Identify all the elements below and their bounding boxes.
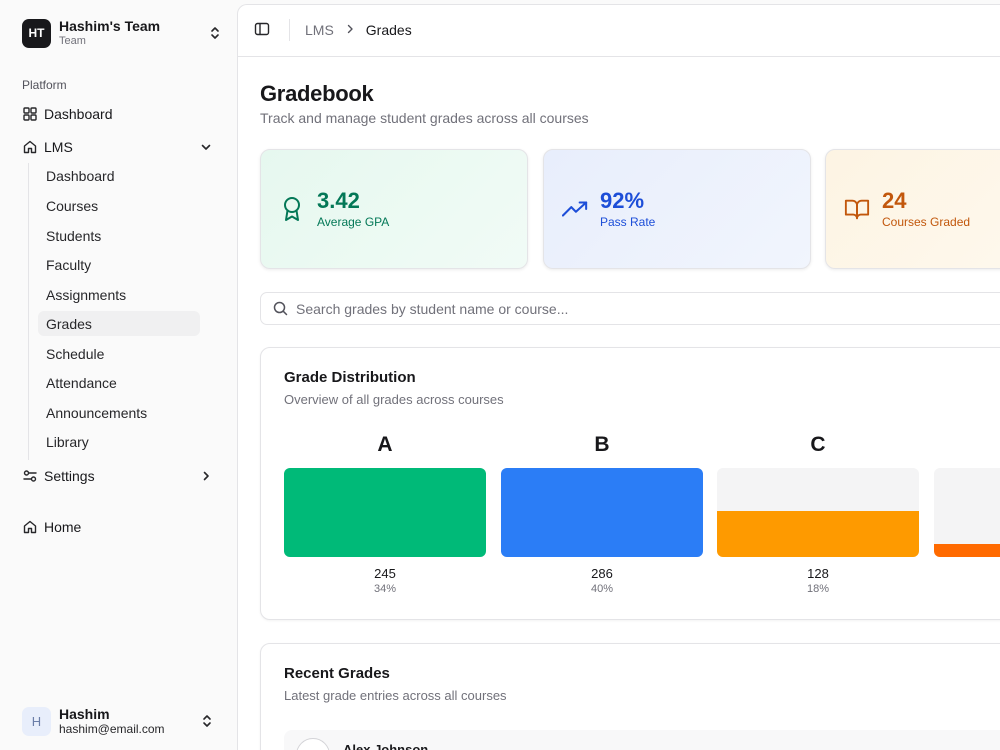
grade-distribution-card: Grade Distribution Overview of all grade… [260,347,1000,620]
grade-column-b: B 286 40% [501,430,703,596]
subnav-item-library[interactable]: Library [38,429,200,454]
subnav-item-faculty[interactable]: Faculty [38,252,200,277]
trending-up-icon [562,196,588,222]
team-name: Hashim's Team [59,18,161,34]
subnav-item-assignments[interactable]: Assignments [38,282,200,307]
grade-column-a: A 245 34% [284,430,486,596]
page-title: Gradebook [260,81,374,106]
stat-card-pass-rate: 92% Pass Rate [543,149,811,269]
user-menu[interactable]: H Hashim hashim@email.com [22,705,214,737]
sidebar-item-settings[interactable]: Settings [22,462,214,490]
page-subtitle: Track and manage student grades across a… [260,110,589,126]
grade-bar-track [717,468,919,557]
avatar [296,738,330,750]
grade-column-d [934,430,1000,566]
subnav-item-grades[interactable]: Grades [38,311,200,336]
chevron-down-icon [198,139,214,155]
stat-label: Courses Graded [882,214,971,229]
card-subtitle: Latest grade entries across all courses [284,688,507,703]
card-title: Recent Grades [284,665,390,682]
subnav-item-courses[interactable]: Courses [38,193,200,218]
sidebar-item-label: LMS [44,139,73,155]
grade-count: 286 [591,566,613,581]
search-icon [273,301,288,316]
grade-column-c: C 128 18% [717,430,919,596]
stat-card-courses-graded: 24 Courses Graded [825,149,1000,269]
search-input[interactable] [296,300,896,317]
stat-value: 3.42 [317,187,360,213]
sidebar-item-label: Settings [44,468,95,484]
grade-bar-track [934,468,1000,557]
sidebar-item-home[interactable]: Home [22,513,214,541]
main-panel: LMS Grades Gradebook Track and manage st… [237,4,1000,750]
grade-letter [934,430,1000,460]
sliders-icon [22,468,38,484]
breadcrumb-link-lms[interactable]: LMS [305,22,334,38]
grade-letter: C [810,433,826,456]
award-icon [279,196,305,222]
stat-card-average-gpa: 3.42 Average GPA [260,149,528,269]
grid-icon [22,106,38,122]
breadcrumb-current: Grades [365,22,412,38]
student-name: Alex Johnson [343,742,429,750]
chevrons-up-down-icon [208,25,222,41]
card-subtitle: Overview of all grades across courses [284,392,504,407]
sidebar-item-label: Dashboard [44,106,113,122]
grade-percent: 18% [806,583,830,595]
book-open-icon [844,196,870,222]
sidebar-toggle-icon[interactable] [254,21,272,39]
avatar: H [22,706,51,736]
subnav-item-schedule[interactable]: Schedule [38,341,200,366]
user-name: Hashim [59,706,110,722]
grade-bar [284,468,486,557]
sidebar: HT Hashim's Team Team Platform Dashboard… [0,0,236,750]
chevrons-up-down-icon [200,713,214,729]
divider [289,19,290,41]
recent-grades-card: Recent Grades Latest grade entries acros… [260,643,1000,750]
card-title: Grade Distribution [284,369,416,386]
stat-label: Pass Rate [600,214,656,229]
subnav-item-announcements[interactable]: Announcements [38,400,200,425]
team-switcher[interactable]: HT Hashim's Team Team [22,18,222,48]
grade-letter: B [594,433,610,456]
user-email: hashim@email.com [59,722,165,736]
grade-count: 245 [374,566,396,581]
top-bar: LMS Grades [238,5,1000,57]
grade-bar-track [284,468,486,557]
grade-count: 128 [807,566,829,581]
house-icon [22,139,38,155]
lms-subnav: Dashboard Courses Students Faculty Assig… [28,163,208,460]
grade-bar [717,510,919,557]
sidebar-item-label: Home [44,519,82,535]
subnav-item-students[interactable]: Students [38,223,200,248]
sidebar-item-dashboard[interactable]: Dashboard [22,100,214,128]
house-icon [22,519,38,535]
grade-percent: 34% [373,583,397,595]
sidebar-item-lms[interactable]: LMS [22,133,214,161]
grade-bar [934,543,1000,557]
grade-letter: A [377,433,393,456]
table-row[interactable]: Alex Johnson [284,730,1000,750]
grade-bar [501,468,703,557]
subnav-item-attendance[interactable]: Attendance [38,370,200,395]
chevron-right-icon [346,23,354,37]
team-plan: Team [59,35,86,47]
search-box [260,292,1000,325]
subnav-item-dashboard[interactable]: Dashboard [38,163,200,188]
team-logo: HT [22,18,51,48]
chevron-right-icon [198,468,214,484]
stat-value: 92% [600,187,645,213]
stat-label: Average GPA [317,214,390,229]
grade-percent: 40% [590,583,614,595]
grade-bar-track [501,468,703,557]
stat-value: 24 [882,187,907,213]
breadcrumb: LMS Grades [305,22,412,38]
sidebar-section-label: Platform [22,78,67,92]
